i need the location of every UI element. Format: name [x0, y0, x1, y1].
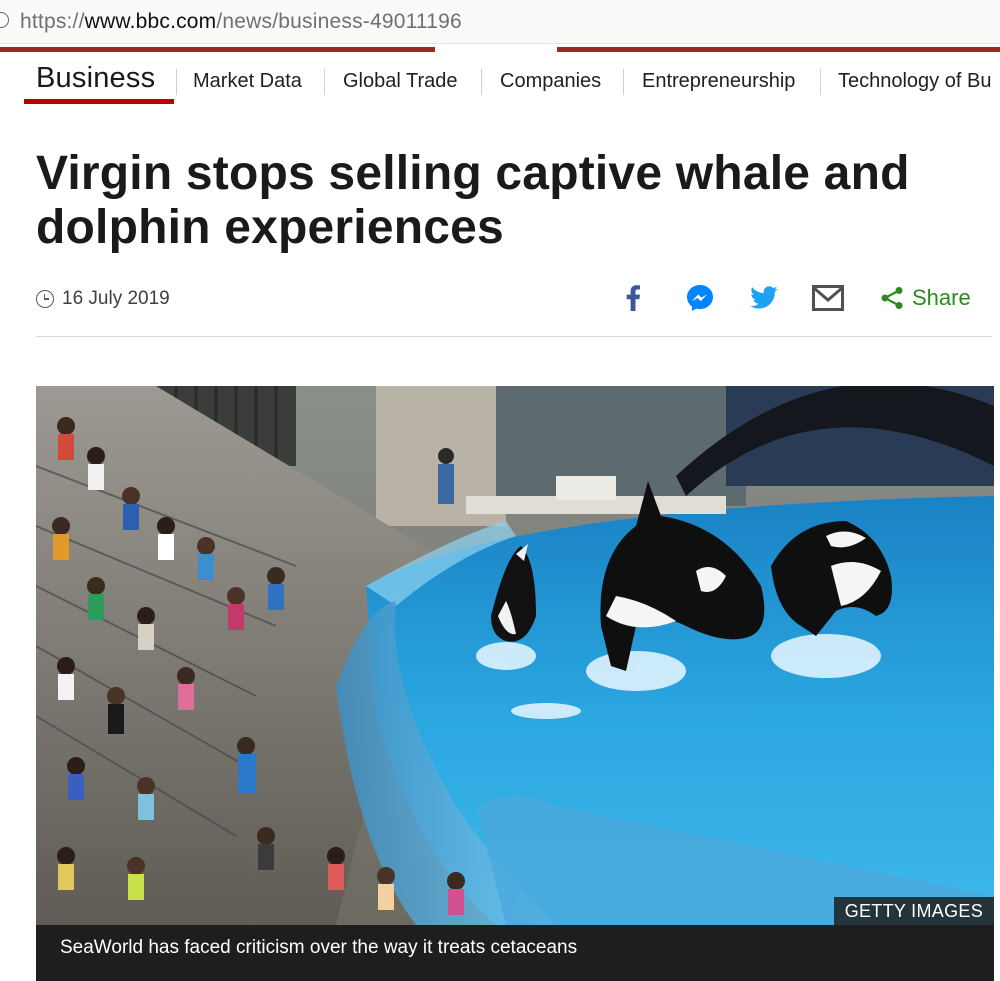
nav-item-global-trade[interactable]: Global Trade	[343, 70, 458, 93]
email-icon[interactable]	[811, 281, 845, 315]
nav-item-entrepreneurship[interactable]: Entrepreneurship	[642, 70, 795, 93]
messenger-icon[interactable]	[683, 281, 717, 315]
share-toolbar: Share	[0, 281, 1000, 315]
nav-item-market-data[interactable]: Market Data	[193, 70, 302, 93]
section-nav: Business Market Data Global Trade Compan…	[0, 52, 1000, 108]
nav-separator	[623, 69, 624, 95]
nav-separator	[481, 69, 482, 95]
facebook-icon[interactable]	[616, 281, 650, 315]
url-path: /news/business-49011196	[216, 10, 462, 33]
address-bar[interactable]: https://www.bbc.com/news/business-490111…	[0, 0, 1000, 44]
nav-separator	[820, 69, 821, 95]
image-credit: GETTY IMAGES	[833, 897, 994, 925]
share-icon	[881, 287, 903, 309]
nav-item-technology[interactable]: Technology of Bu	[838, 70, 991, 93]
meta-divider	[36, 336, 992, 337]
nav-separator	[176, 69, 177, 95]
twitter-icon[interactable]	[747, 281, 781, 315]
lead-image: GETTY IMAGES SeaWorld has faced criticis…	[36, 386, 994, 981]
image-caption: SeaWorld has faced criticism over the wa…	[36, 925, 994, 981]
nav-item-companies[interactable]: Companies	[500, 70, 601, 93]
url-text[interactable]: https://www.bbc.com/news/business-490111…	[20, 10, 462, 34]
article-headline: Virgin stops selling captive whale and d…	[36, 147, 910, 254]
orca-show-photo	[36, 386, 994, 925]
nav-separator	[324, 69, 325, 95]
share-label: Share	[912, 285, 971, 310]
share-button[interactable]: Share	[880, 285, 971, 311]
url-scheme: https://	[20, 10, 85, 33]
nav-brand-business[interactable]: Business	[36, 62, 155, 95]
url-host: www.bbc.com	[84, 10, 217, 33]
nav-active-indicator	[24, 99, 174, 104]
site-info-icon[interactable]	[0, 12, 9, 28]
